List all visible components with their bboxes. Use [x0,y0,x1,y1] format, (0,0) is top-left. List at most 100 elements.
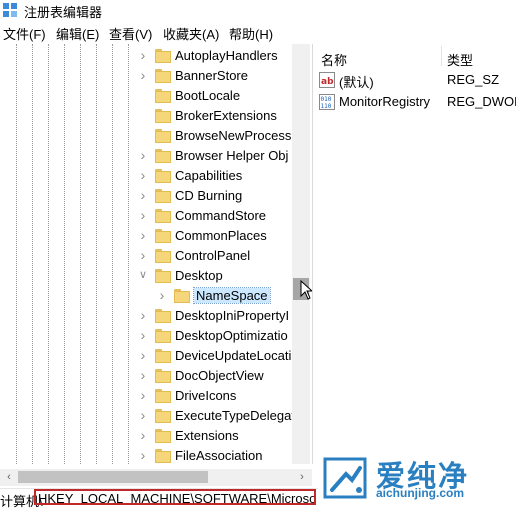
title-bar: 注册表编辑器 [0,0,516,20]
tree-item-label: ExecuteTypeDelegat [175,408,295,423]
tree-item[interactable]: › BannerStore [0,66,300,86]
tree-item[interactable]: › FileAssociation [0,446,300,464]
menu-edit[interactable]: 编辑(E) [56,24,99,43]
chevron-right-icon[interactable]: › [138,248,148,262]
tree-item[interactable]: BootLocale [0,86,300,106]
value-row[interactable]: ab (默认) REG_SZ [313,70,516,90]
chevron-right-icon[interactable]: › [157,288,167,302]
chevron-right-icon[interactable]: › [138,68,148,82]
chevron-right-icon[interactable]: › [138,208,148,222]
tree-item[interactable]: › DocObjectView [0,366,300,386]
tree-item[interactable]: › NameSpace [0,286,300,306]
menu-view[interactable]: 查看(V) [109,24,152,43]
status-path-highlight: HKEY_LOCAL_MACHINE\SOFTWARE\Microsoft\ [34,489,316,505]
folder-icon [155,449,171,463]
chevron-right-icon[interactable]: › [138,348,148,362]
tree-item[interactable]: › CommonPlaces [0,226,300,246]
folder-icon [155,309,171,323]
tree-item[interactable]: ∨ Desktop [0,266,300,286]
tree-item-label: BootLocale [175,88,241,103]
chevron-right-icon[interactable]: › [138,328,148,342]
watermark-url: aichunjing.com [376,486,465,500]
value-type: REG_DWOR [447,94,516,109]
tree-item[interactable]: › ControlPanel [0,246,300,266]
value-name: MonitorRegistry [339,94,431,109]
tree-item[interactable]: › CommandStore [0,206,300,226]
expander-placeholder [138,89,148,101]
folder-icon [155,129,171,143]
status-path: HKEY_LOCAL_MACHINE\SOFTWARE\Microsoft\ [38,491,316,505]
chevron-down-icon[interactable]: ∨ [138,269,148,281]
tree-item[interactable]: › AutoplayHandlers [0,46,300,66]
chevron-right-icon[interactable]: › [138,448,148,462]
folder-icon [174,289,190,303]
column-header-name[interactable]: 名称 [321,50,347,69]
expander-placeholder [138,109,148,121]
tree-item-label: BrowseNewProcess [175,128,292,143]
folder-icon [155,149,171,163]
menu-file[interactable]: 文件(F) [3,24,46,43]
scroll-right-icon[interactable]: › [294,470,310,485]
chevron-right-icon[interactable]: › [138,148,148,162]
tree-item[interactable]: › CD Burning [0,186,300,206]
chevron-right-icon[interactable]: › [138,48,148,62]
tree-item-label: BannerStore [175,68,248,83]
tree-item[interactable]: BrokerExtensions [0,106,300,126]
folder-icon [155,89,171,103]
chevron-right-icon[interactable]: › [138,408,148,422]
scroll-left-icon[interactable]: ‹ [1,470,17,485]
window-title: 注册表编辑器 [24,5,103,20]
tree-item-label: NameSpace [193,287,271,304]
value-name: (默认) [339,75,374,90]
tree-item[interactable]: BrowseNewProcess [0,126,300,146]
menu-favorites[interactable]: 收藏夹(A) [163,24,219,43]
folder-icon [155,229,171,243]
chevron-right-icon[interactable]: › [138,228,148,242]
svg-text:010: 010 [321,96,332,103]
tree-item-label: CD Burning [175,188,243,203]
folder-icon [155,329,171,343]
chevron-right-icon[interactable]: › [138,188,148,202]
tree-item[interactable]: › DesktopOptimizatio [0,326,300,346]
chevron-right-icon[interactable]: › [138,388,148,402]
tree-vertical-scrollbar[interactable] [292,44,310,464]
tree-horizontal-scrollbar[interactable]: ‹ › [0,469,312,486]
folder-icon [155,189,171,203]
chevron-right-icon[interactable]: › [138,308,148,322]
tree-item[interactable]: › Browser Helper Obj [0,146,300,166]
tree-item-label: ControlPanel [175,248,251,263]
tree-item-label: DriveIcons [175,388,237,403]
regedit-icon [3,3,17,17]
column-separator[interactable] [441,46,442,66]
tree-item-label: DeviceUpdateLocati [175,348,292,363]
tree-item-label: Capabilities [175,168,243,183]
registry-key-tree[interactable]: › AutoplayHandlers › BannerStore BootLocale B… [0,44,312,464]
expander-placeholder [138,129,148,141]
tree-item[interactable]: › DesktopIniPropertyI [0,306,300,326]
folder-icon [155,249,171,263]
chevron-right-icon[interactable]: › [138,428,148,442]
folder-icon [155,429,171,443]
tree-item[interactable]: › DeviceUpdateLocati [0,346,300,366]
registry-values-list[interactable]: 名称 类型 ab (默认) REG_SZ 010 110 MonitorRegi… [313,44,516,464]
chevron-right-icon[interactable]: › [138,168,148,182]
binary-value-icon: 010 110 [319,94,335,110]
tree-item-label: AutoplayHandlers [175,48,278,63]
string-value-icon: ab [319,72,335,88]
value-type: REG_SZ [447,72,500,87]
tree-item-label: FileAssociation [175,448,263,463]
value-row[interactable]: 010 110 MonitorRegistry REG_DWOR [313,92,516,112]
tree-item[interactable]: › Extensions [0,426,300,446]
tree-item[interactable]: › DriveIcons [0,386,300,406]
folder-icon [155,49,171,63]
tree-item-label: CommonPlaces [175,228,267,243]
column-header-type[interactable]: 类型 [447,50,473,69]
menu-help[interactable]: 帮助(H) [229,24,273,43]
tree-item-label: Browser Helper Obj [175,148,289,163]
scrollbar-thumb[interactable] [18,471,208,483]
folder-icon [155,109,171,123]
tree-item[interactable]: › Capabilities [0,166,300,186]
tree-item-label: Extensions [175,428,239,443]
tree-item[interactable]: › ExecuteTypeDelegat [0,406,300,426]
chevron-right-icon[interactable]: › [138,368,148,382]
